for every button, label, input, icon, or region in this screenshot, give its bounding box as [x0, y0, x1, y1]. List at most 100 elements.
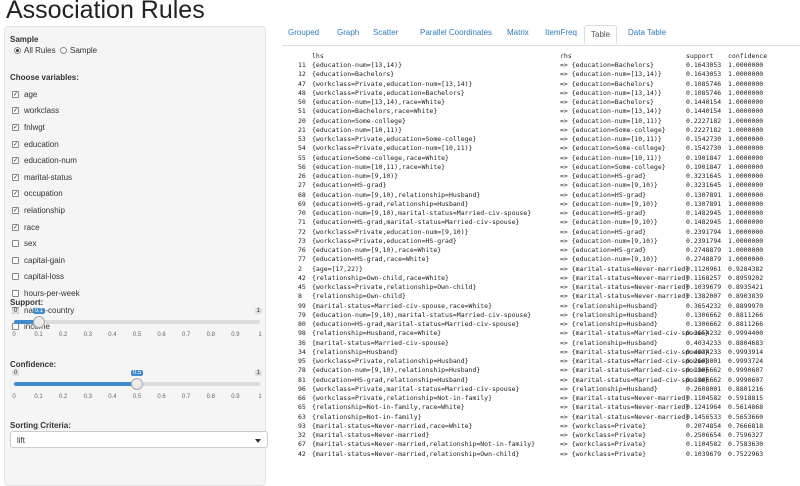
slider-tick-label: 0.7: [182, 332, 191, 338]
table-cell: {workclass=Private,relationship=Own-chil…: [312, 283, 477, 291]
checkbox-checked-icon[interactable]: ✓: [12, 223, 19, 231]
checkbox-checked-icon[interactable]: ✓: [12, 157, 19, 165]
checkbox-checked-icon[interactable]: ✓: [12, 140, 19, 148]
variable-checkbox-8[interactable]: ✓ race: [12, 219, 80, 236]
table-cell: => {education-num=[9,10)}: [560, 199, 658, 208]
confidence-ticks: 0 0.1 0.2 0.3 0.4 0.5 0.6 0.7 0.8 0.9 1: [12, 394, 261, 404]
table-cell: => {education=HS-grad}: [560, 190, 647, 199]
table-cell: 11: [298, 61, 306, 69]
table-cell: 56: [298, 162, 306, 171]
table-cell: {marital-status=Never-married,race=White…: [312, 421, 473, 430]
checkbox-checked-icon[interactable]: ✓: [12, 107, 19, 115]
tab-data-table[interactable]: Data Table: [628, 28, 666, 37]
variable-checkbox-9[interactable]: sex: [12, 235, 80, 252]
radio-sample[interactable]: Sample: [60, 46, 97, 55]
confidence-max: 1: [254, 370, 262, 376]
checkbox-checked-icon[interactable]: ✓: [12, 123, 19, 131]
checkbox-checked-icon[interactable]: ✓: [12, 173, 19, 181]
table-cell: 27: [298, 181, 306, 190]
tab-itemfreq[interactable]: ItemFreq: [545, 28, 577, 37]
radio-all-rules[interactable]: All Rules: [14, 46, 56, 55]
confidence-slider[interactable]: 0 1 0.5 0 0.1 0.2 0.3 0.4 0.5 0.6 0.7 0.8 0.9 1: [10, 370, 266, 410]
table-cell: 53: [298, 135, 306, 143]
tab-scatter[interactable]: Scatter: [373, 28, 398, 37]
sorting-label: Sorting Criteria:: [10, 421, 71, 430]
table-cell: 0.4034233: [686, 338, 722, 347]
table-cell: 0.1104582: [686, 394, 722, 402]
table-cell: => {marital-status=Never-married}: [560, 292, 690, 301]
variable-checkbox-1[interactable]: ✓ workclass: [12, 103, 80, 120]
table-cell: 26: [298, 172, 306, 180]
table-cell: {education-num=[9,10),marital-status=Mar…: [312, 310, 532, 319]
checkbox-icon[interactable]: [12, 289, 19, 297]
table-cell: 0.1306662: [686, 310, 722, 319]
table-cell: 67: [298, 440, 306, 449]
slider-tick-label: 0: [12, 394, 16, 400]
table-cell: 0.8804683: [728, 338, 764, 347]
table-cell: => {education=Some-college}: [560, 144, 666, 153]
checkbox-checked-icon[interactable]: ✓: [12, 190, 19, 198]
table-cell: 0.3231645: [686, 172, 722, 180]
table-cell: 0.3231645: [686, 181, 722, 190]
table-cell: 1.0000000: [728, 162, 764, 171]
table-cell: 47: [298, 79, 306, 88]
tab-bar: Grouped Graph Scatter Parallel Coordinates M…: [282, 25, 800, 46]
table-cell: 45: [298, 283, 306, 291]
column-header: support: [686, 52, 714, 60]
variable-checkbox-5[interactable]: ✓ marital-status: [12, 169, 80, 186]
checkbox-icon[interactable]: [12, 240, 19, 248]
variable-checkbox-10[interactable]: capital-gain: [12, 252, 80, 269]
variable-checkbox-4[interactable]: ✓ education-num: [12, 152, 80, 169]
table-cell: 0.7666818: [728, 421, 764, 430]
support-track[interactable]: [14, 320, 260, 324]
support-slider[interactable]: 0 1 0.1 0 0.1 0.2 0.3 0.4 0.5 0.6 0.7 0.8 0.9 1: [10, 308, 266, 348]
table-cell: 0.2608001: [686, 384, 722, 393]
checkbox-icon[interactable]: [12, 256, 19, 264]
confidence-min: 0: [12, 370, 20, 376]
variable-checkbox-11[interactable]: capital-loss: [12, 269, 80, 286]
table-cell: {workclass=Private,relationship=Not-in-f…: [312, 394, 493, 402]
tab-matrix[interactable]: Matrix: [507, 28, 529, 37]
tab-graph[interactable]: Graph: [337, 28, 359, 37]
support-handle[interactable]: [32, 316, 45, 328]
table-cell: 0.3654232: [686, 329, 722, 338]
table-cell: 0.2608001: [686, 357, 722, 365]
checkbox-checked-icon[interactable]: ✓: [12, 206, 19, 214]
table-cell: 1.0000000: [728, 98, 764, 106]
table-cell: 99: [298, 301, 306, 310]
tab-parallel-coordinates[interactable]: Parallel Coordinates: [420, 28, 492, 37]
table-cell: 0.1307891: [686, 199, 722, 208]
variable-checkbox-0[interactable]: ✓ age: [12, 86, 80, 103]
checkbox-icon[interactable]: [12, 273, 19, 281]
variable-checkbox-3[interactable]: ✓ education: [12, 136, 80, 153]
checkbox-checked-icon[interactable]: ✓: [12, 90, 19, 98]
confidence-value: 0.5: [131, 370, 144, 376]
table-cell: 51: [298, 107, 306, 116]
table-cell: 54: [298, 144, 306, 153]
table-cell: 0.8899970: [728, 301, 764, 310]
column-header: lhs: [312, 52, 324, 60]
table-cell: 0.1643053: [686, 70, 722, 79]
slider-tick-label: 0.4: [108, 394, 117, 400]
table-cell: => {marital-status=Never-married}: [560, 412, 690, 421]
tab-grouped[interactable]: Grouped: [288, 28, 319, 37]
variable-checkbox-6[interactable]: ✓ occupation: [12, 186, 80, 203]
variable-checkbox-2[interactable]: ✓ fnlwgt: [12, 119, 80, 136]
sample-label: Sample: [10, 35, 39, 44]
table-cell: 0.1643053: [686, 61, 722, 69]
table-cell: 0.2227182: [686, 116, 722, 125]
table-cell: 80: [298, 320, 306, 328]
table-cell: 21: [298, 125, 306, 134]
table-cell: 0.1241964: [686, 403, 722, 412]
table-cell: => {workclass=Private}: [560, 421, 647, 430]
sorting-select[interactable]: lift: [10, 431, 268, 448]
variable-checkbox-7[interactable]: ✓ relationship: [12, 202, 80, 219]
table-cell: {education=HS-grad,relationship=Husband}: [312, 375, 469, 384]
table-cell: 0.2227182: [686, 125, 722, 134]
confidence-handle[interactable]: [131, 378, 143, 390]
support-max: 1: [254, 308, 262, 314]
tab-table[interactable]: Table: [584, 25, 618, 44]
table-cell: => {education-num=[10,11)}: [560, 135, 662, 143]
table-cell: 1.0000000: [728, 218, 764, 227]
table-cell: 0.1482945: [686, 209, 722, 217]
